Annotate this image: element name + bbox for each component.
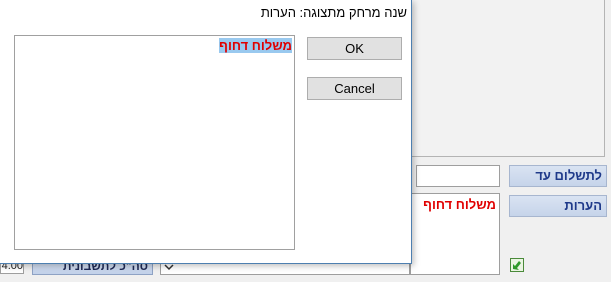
background-panel bbox=[411, 0, 605, 157]
payment-until-label: לתשלום עד bbox=[509, 165, 607, 187]
zoom-dialog: שנה מרחק מתצוגה: הערות משלוח דחוף OK Can… bbox=[0, 0, 412, 264]
cancel-button[interactable]: Cancel bbox=[307, 77, 402, 100]
selected-text: משלוח דחוף bbox=[219, 38, 292, 53]
zoom-text-area[interactable]: משלוח דחוף bbox=[14, 35, 295, 250]
notes-label: הערות bbox=[509, 195, 607, 217]
notes-field[interactable]: משלוח דחוף bbox=[410, 193, 500, 275]
notes-field-text: משלוח דחוף bbox=[423, 197, 496, 212]
dialog-title: שנה מרחק מתצוגה: הערות bbox=[260, 5, 407, 20]
payment-until-field[interactable] bbox=[416, 165, 500, 187]
green-arrow-icon[interactable] bbox=[510, 258, 524, 272]
ok-button[interactable]: OK bbox=[307, 37, 402, 60]
